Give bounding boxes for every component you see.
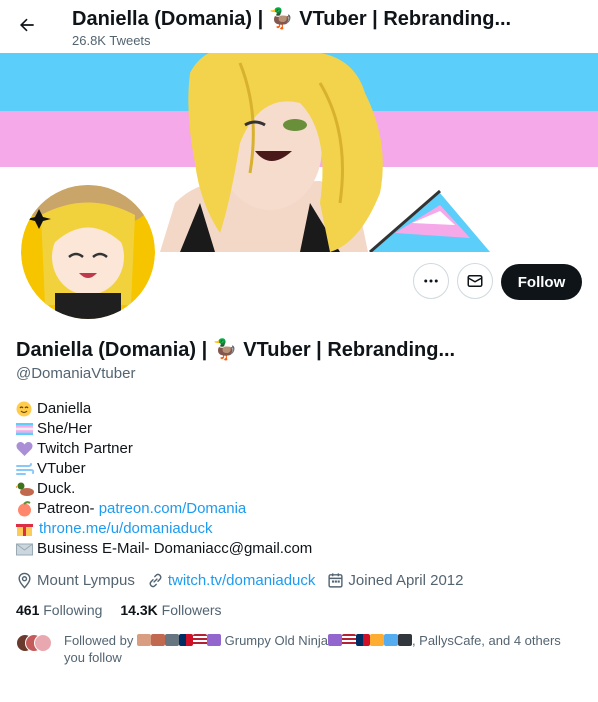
link-icon [149,573,162,587]
dominican-flag-icon [355,634,370,646]
ring-icon [369,634,384,646]
website: twitch.tv/domaniaduck [147,572,316,589]
website-link[interactable]: twitch.tv/domaniaduck [168,572,316,589]
patreon-link[interactable]: patreon.com/Domania [99,499,247,519]
profile-meta: Mount Lympus twitch.tv/domaniaduck Joine… [16,570,476,590]
cross-icon [327,634,342,646]
bio-twitch-partner: Twitch Partner [37,440,133,457]
location-text: Mount Lympus [37,571,135,589]
bio-line: She/Her [16,419,312,439]
header-title: Daniella (Domania) | 🦆 VTuber | Rebrandi… [72,8,512,30]
cross-icon [207,634,221,646]
gift-icon [16,524,33,536]
followed-by-text: Followed by Grumpy Old Ninja, PallysCafe… [64,632,584,666]
peach-icon [18,501,31,517]
us-flag-icon [341,634,356,646]
profile-handle: @DomaniaVtuber [16,365,136,382]
profile-avatar[interactable] [17,181,159,323]
avatar [34,634,52,652]
joystick-icon [165,634,179,646]
mail-icon [467,275,483,287]
calendar-icon [328,572,343,588]
followed-by-emoji-icons [137,633,225,648]
back-button[interactable] [10,8,44,42]
wind-icon [16,463,35,475]
trans-flag-icon [16,423,33,435]
followed-by-emoji-icons-2 [327,633,412,648]
smiling-face-icon [16,401,32,417]
tweet-count: 26.8K Tweets [72,33,151,48]
bio-line: throne.me/u/domaniaduck [16,519,312,539]
dominican-flag-icon [179,634,193,646]
back-arrow-icon [20,18,34,32]
bio-line: Twitch Partner [16,439,312,459]
following-link[interactable]: 461 Following [16,602,102,618]
more-button[interactable] [413,263,449,299]
bio-line: Daniella [16,399,312,419]
bio-vtuber: VTuber [37,460,86,477]
duck-icon [16,482,34,496]
avatar-image [21,185,155,319]
followed-by-name1: Grumpy Old Ninja [224,633,328,648]
message-button[interactable] [457,263,493,299]
join-date: Joined April 2012 [327,571,464,589]
followed-by-avatars [16,634,56,654]
follow-button[interactable]: Follow [501,264,582,300]
followers-link[interactable]: 14.3K Followers [120,602,221,618]
bio-name: Daniella [37,400,92,417]
envelope-icon [16,543,33,556]
follow-stats: 461 Following 14.3K Followers [16,602,240,618]
followers-count: 14.3K [120,602,158,618]
following-label: Following [43,602,103,618]
top-bar: Daniella (Domania) | 🦆 VTuber | Rebrandi… [0,0,598,53]
gamepad-icon [397,634,412,646]
location-icon [18,572,31,589]
bio-line: Duck. [16,479,312,499]
picture-icon [383,634,398,646]
following-count: 461 [16,602,40,618]
bio-duck: Duck. [37,480,76,497]
bio-patreon-prefix: Patreon- [37,500,99,517]
bio-line: Patreon- patreon.com/Domania [16,499,312,519]
purple-heart-icon [16,442,33,456]
bio-business-email: Business E-Mail- Domaniacc@gmail.com [37,540,313,557]
palette-icon [137,634,151,646]
followers-label: Followers [161,602,222,618]
profile-name: Daniella (Domania) | 🦆 VTuber | Rebrandi… [16,339,456,361]
violin-icon [151,634,165,646]
more-icon [424,279,438,283]
throne-link[interactable]: throne.me/u/domaniaduck [39,519,212,539]
join-date-text: Joined April 2012 [348,571,464,589]
followed-by-prefix: Followed by [64,633,134,648]
bio-line: Business E-Mail- Domaniacc@gmail.com [16,539,312,559]
bio-line: VTuber [16,459,312,479]
location: Mount Lympus [16,572,135,589]
profile-bio: Daniella She/Her Twitch Partner VTuber D… [16,399,312,559]
us-flag-icon [193,634,207,646]
bio-pronouns: She/Her [37,420,93,437]
